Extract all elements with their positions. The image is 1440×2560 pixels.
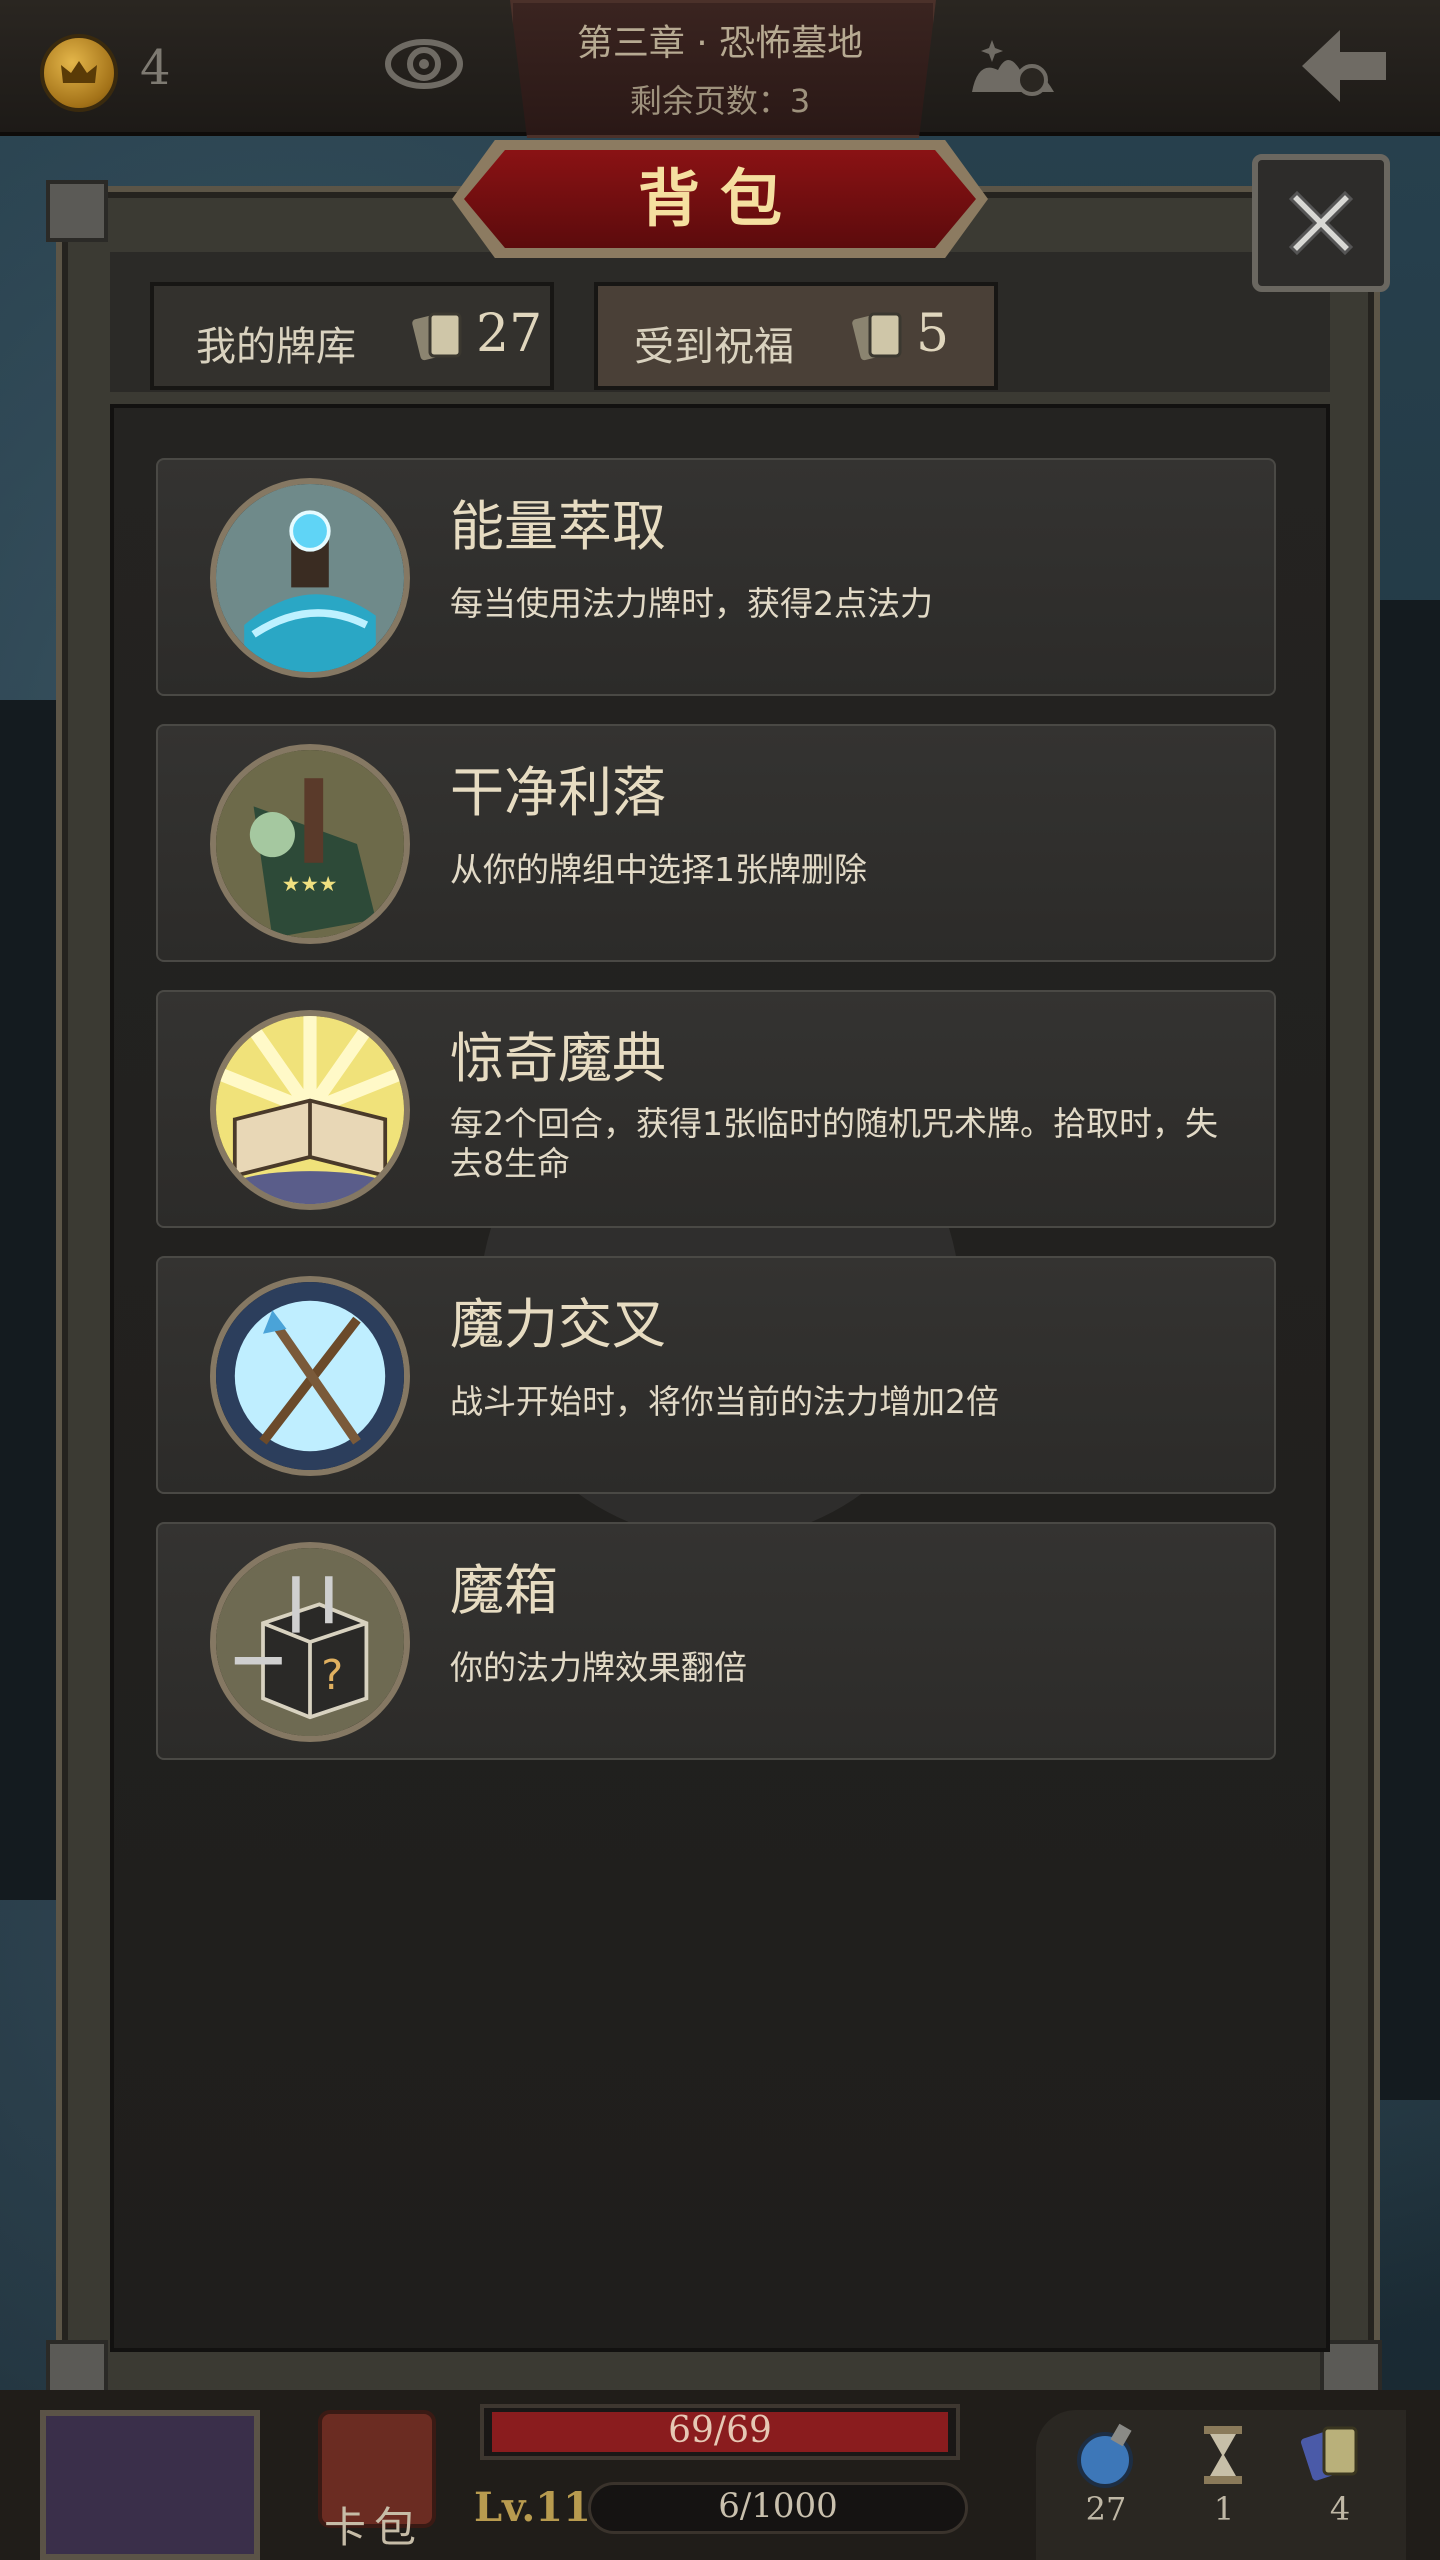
background-tree — [1380, 600, 1440, 2100]
blessing-description: 从你的牌组中选择1张牌删除 — [450, 850, 867, 889]
card-pack-label: 卡包 — [324, 2503, 425, 2552]
energy-extraction-icon — [210, 478, 410, 678]
close-button[interactable] — [1252, 154, 1390, 292]
cards-icon — [412, 312, 462, 361]
level-text: Lv.11 — [474, 2484, 591, 2531]
list-item[interactable]: 能量萃取 每当使用法力牌时，获得2点法力 — [156, 458, 1276, 696]
tab-label: 受到祝福 — [634, 324, 794, 370]
magic-cross-icon — [210, 1276, 410, 1476]
blessing-name: 魔力交叉 — [450, 1293, 666, 1356]
panel-corner — [46, 180, 108, 242]
svg-text:★★★: ★★★ — [282, 872, 338, 896]
cards-icon — [852, 312, 902, 361]
blessing-name: 干净利落 — [450, 761, 666, 824]
hero-portrait[interactable] — [40, 2410, 260, 2560]
night-pumpkin-icon[interactable] — [968, 30, 1058, 100]
potion-count: 27 — [1085, 2490, 1127, 2528]
magic-box-icon: ? — [210, 1542, 410, 1742]
clean-cut-icon: ★★★ — [210, 744, 410, 944]
tab-my-deck[interactable]: 我的牌库 27 — [150, 282, 554, 390]
chapter-title: 第三章 · 恐怖墓地 — [576, 23, 864, 64]
blessing-name: 魔箱 — [450, 1559, 558, 1622]
blessing-name: 惊奇魔典 — [450, 1027, 666, 1090]
background-tree — [0, 700, 56, 1900]
tab-count: 27 — [476, 304, 543, 364]
blessing-description: 每2个回合，获得1张临时的随机咒术牌。拾取时，失去8生命 — [450, 1104, 1218, 1183]
potion-icon[interactable] — [1070, 2420, 1140, 2490]
deck-count: 4 — [1329, 2490, 1351, 2528]
hourglass-icon[interactable] — [1188, 2420, 1258, 2490]
deck-icon[interactable] — [1300, 2420, 1370, 2490]
list-item[interactable]: ? 魔箱 你的法力牌效果翻倍 — [156, 1522, 1276, 1760]
blessing-name: 能量萃取 — [450, 495, 666, 558]
hourglass-count: 1 — [1213, 2490, 1235, 2528]
close-icon — [1288, 190, 1354, 256]
list-item[interactable]: 魔力交叉 战斗开始时，将你当前的法力增加2倍 — [156, 1256, 1276, 1494]
blessing-description: 战斗开始时，将你当前的法力增加2倍 — [450, 1382, 999, 1421]
list-item[interactable]: 惊奇魔典 每2个回合，获得1张临时的随机咒术牌。拾取时，失去8生命 — [156, 990, 1276, 1228]
eye-icon[interactable] — [384, 32, 464, 96]
blessing-description: 你的法力牌效果翻倍 — [450, 1648, 747, 1687]
pages-remaining: 剩余页数：3 — [629, 82, 811, 120]
wonder-grimoire-icon — [210, 1010, 410, 1210]
blessing-description: 每当使用法力牌时，获得2点法力 — [450, 584, 933, 623]
panel-title: 背包 — [637, 162, 802, 235]
svg-text:?: ? — [321, 1651, 343, 1699]
xp-text: 6/1000 — [718, 2486, 838, 2526]
hp-text: 69/69 — [668, 2410, 772, 2451]
crown-count: 4 — [140, 40, 171, 96]
tab-label: 我的牌库 — [196, 324, 356, 370]
tab-count: 5 — [916, 304, 950, 364]
back-arrow-icon[interactable] — [1296, 24, 1392, 108]
tab-blessed[interactable]: 受到祝福 5 — [594, 282, 998, 390]
crown-icon — [40, 34, 118, 112]
list-item[interactable]: ★★★ 干净利落 从你的牌组中选择1张牌删除 — [156, 724, 1276, 962]
